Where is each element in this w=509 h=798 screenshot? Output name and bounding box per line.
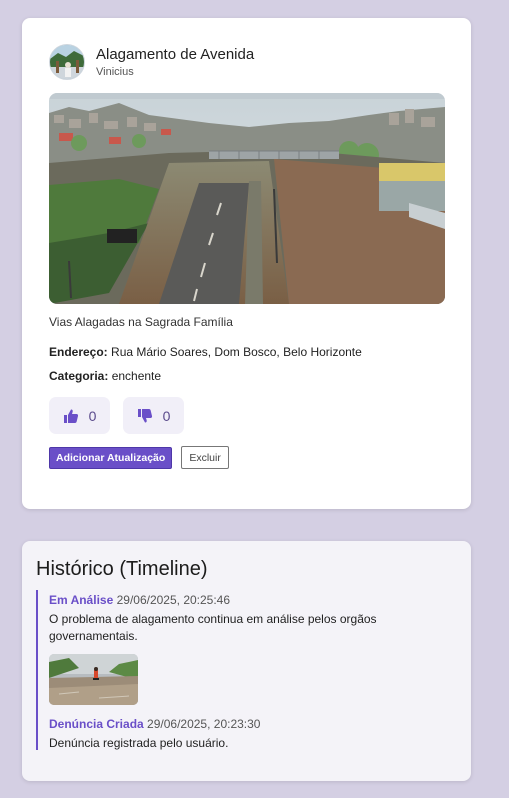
report-caption: Vias Alagadas na Sagrada Família [49,315,233,329]
report-actions: Adicionar Atualização Excluir [49,446,445,469]
timeline-date: 29/06/2025, 20:25:46 [116,593,231,607]
address-field: Endereço: Rua Mário Soares, Dom Bosco, B… [49,345,445,360]
timeline-card: Histórico (Timeline) Em Análise 29/06/20… [22,541,471,781]
flooded-avenue-photo[interactable] [49,93,445,304]
avatar[interactable] [49,44,85,80]
timeline-status: Denúncia Criada [49,717,144,731]
report-header: Alagamento de Avenida Vinicius [49,44,445,80]
timeline-text: O problema de alagamento continua em aná… [49,612,377,643]
timeline-item: Denúncia Criada 29/06/2025, 20:23:30 Den… [49,714,457,752]
delete-button[interactable]: Excluir [181,446,229,469]
category-label: Categoria: [49,369,109,383]
timeline-title: Histórico (Timeline) [36,558,208,580]
category-value: enchente [111,369,162,383]
dislike-button[interactable]: 0 [123,397,184,434]
timeline-date: 29/06/2025, 20:23:30 [147,717,261,731]
timeline-text: Denúncia registrada pelo usuário. [49,736,229,750]
thumbs-down-icon [137,408,152,422]
timeline-list: Em Análise 29/06/2025, 20:25:46 O proble… [36,590,457,750]
address-label: Endereço: [49,345,108,359]
category-field: Categoria: enchente [49,369,445,384]
add-update-button[interactable]: Adicionar Atualização [49,446,173,469]
address-value: Rua Mário Soares, Dom Bosco, Belo Horizo… [111,345,362,359]
timeline-status: Em Análise [49,593,114,607]
thumbs-up-icon [63,409,78,423]
like-button[interactable]: 0 [49,397,110,434]
report-title: Alagamento de Avenida [96,45,255,63]
report-card: Alagamento de Avenida Vinicius Vias Alag… [22,18,471,509]
dislike-count: 0 [162,407,171,424]
like-count: 0 [88,407,97,424]
vote-buttons: 0 0 [49,397,445,434]
report-author: Vinicius [96,65,134,78]
timeline-item: Em Análise 29/06/2025, 20:25:46 O proble… [49,590,457,705]
update-photo-thumbnail[interactable] [49,654,138,705]
